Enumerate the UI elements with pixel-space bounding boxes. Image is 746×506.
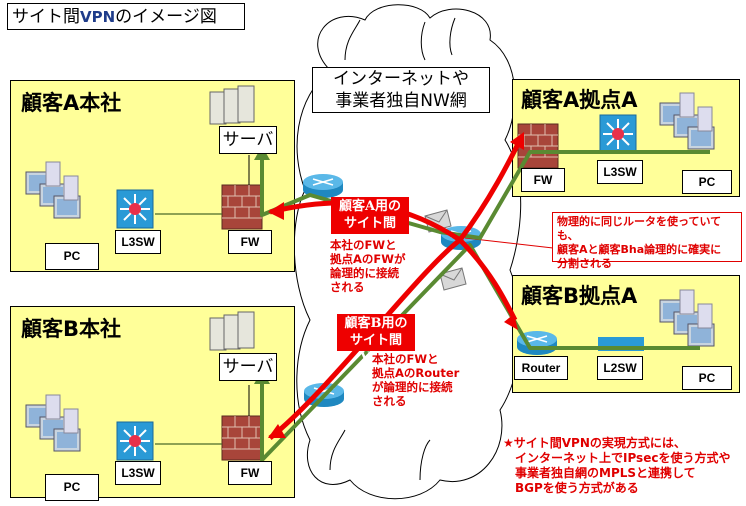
vpn-tag-line: 顧客B用の (344, 316, 408, 331)
footer-line: ★サイト間VPNの実現方式には、 (503, 436, 686, 450)
pc-label: PC (45, 243, 99, 270)
server-label: サーバ (219, 126, 277, 154)
vpn-tag-line: 顧客A用の (338, 199, 402, 214)
server-icon (209, 85, 255, 125)
cloud-label-line: インターネットや (333, 69, 469, 89)
l3-switch-icon (116, 189, 154, 229)
fw-label: FW (228, 230, 272, 254)
pc-label: PC (682, 366, 732, 390)
path-green-b (260, 243, 700, 462)
note-line: 物理的に同じルータを使っていても、 (557, 215, 722, 242)
fw-label: FW (521, 168, 565, 192)
vpn-b-description: 本社のFWと 拠点AのRouter が論理的に接続 される (372, 352, 459, 408)
router-callout-note: 物理的に同じルータを使っていても、 顧客Aと顧客Bha論理的に確実に 分割される (552, 212, 742, 270)
pc-cluster-icon (25, 394, 81, 452)
l3-switch-icon (599, 114, 637, 154)
note-line: 分割される (557, 257, 612, 270)
pc-label: PC (682, 170, 732, 194)
footer-line: インターネット上でIPsecを使う方式や (515, 451, 731, 465)
l3sw-label: L3SW (115, 230, 161, 254)
l3sw-label: L3SW (115, 461, 161, 485)
desc-line: される (372, 394, 407, 408)
note-line: 顧客Aと顧客Bha論理的に確実に (557, 243, 722, 256)
footer-line: 事業者独自網のMPLSと連携して (515, 466, 696, 480)
pc-cluster-icon (659, 92, 715, 150)
desc-line: が論理的に接続 (372, 380, 453, 394)
server-label: サーバ (219, 353, 277, 381)
desc-line: 拠点AのRouter (372, 366, 460, 380)
l3sw-label: L3SW (597, 160, 643, 184)
firewall-icon (221, 415, 263, 461)
l2sw-label: L2SW (597, 356, 643, 380)
desc-line: 論理的に接続 (330, 266, 399, 280)
cloud-label: インターネットや 事業者独自NW網 (312, 67, 490, 113)
vpn-b-tag: 顧客B用の サイト間VPN (337, 314, 415, 365)
cloud-label-line: 事業者独自NW網 (335, 91, 467, 111)
pc-label: PC (45, 474, 99, 501)
desc-line: される (330, 280, 365, 294)
pc-cluster-icon (25, 161, 81, 219)
router-label: Router (514, 356, 568, 380)
implementation-note: ★サイト間VPNの実現方式には、 インターネット上でIPsecを使う方式や 事業… (503, 436, 730, 496)
l3-switch-icon (116, 421, 154, 461)
pc-cluster-icon (659, 289, 715, 347)
firewall-icon (221, 184, 263, 230)
server-icon (209, 311, 255, 351)
desc-line: 本社のFWと (372, 352, 439, 366)
vpn-a-description: 本社のFWと 拠点AのFWが 論理的に接続 される (330, 238, 405, 294)
footer-line: BGPを使う方式がある (515, 481, 639, 495)
desc-line: 拠点AのFWが (330, 252, 406, 266)
fw-label: FW (228, 461, 272, 485)
desc-line: 本社のFWと (330, 238, 397, 252)
vpn-a-tag: 顧客A用の サイト間VPN (331, 197, 409, 248)
